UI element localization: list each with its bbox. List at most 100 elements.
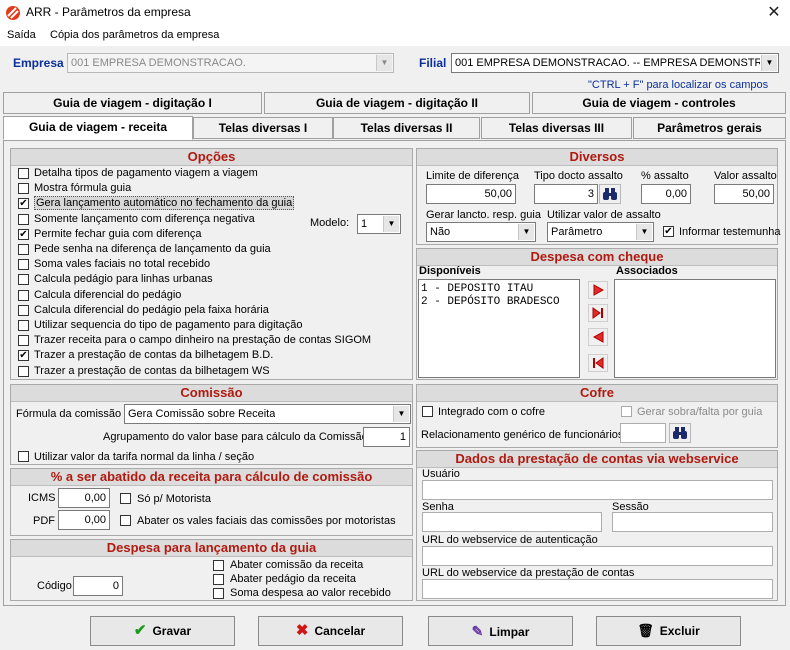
tab-controles[interactable]: Guia de viagem - controles — [532, 92, 786, 114]
limpar-label: Limpar — [489, 625, 530, 639]
associados-list[interactable] — [614, 279, 776, 378]
sessao-input[interactable] — [612, 512, 773, 532]
list-item[interactable]: 1 - DEPOSITO ITAU — [421, 283, 560, 296]
opcao-row[interactable]: Detalha tipos de pagamento viagem a viag… — [16, 166, 316, 181]
so-motorista-checkbox[interactable] — [120, 493, 131, 504]
close-icon[interactable]: ✕ — [760, 1, 788, 25]
tipo-docto-input[interactable]: 3 — [534, 184, 598, 204]
opcao-row[interactable]: Somente lançamento com diferença negativ… — [16, 212, 316, 227]
chevron-down-icon[interactable]: ▼ — [518, 224, 534, 240]
tab-receita[interactable]: Guia de viagem - receita — [3, 116, 193, 140]
move-left-icon[interactable] — [588, 328, 608, 346]
soma-despesa-checkbox[interactable] — [213, 588, 224, 599]
limite-label: Limite de diferença — [426, 170, 519, 182]
opcao-checkbox[interactable] — [18, 320, 29, 331]
tab-digitacao-1[interactable]: Guia de viagem - digitação I — [3, 92, 262, 114]
valor-assalto-input[interactable]: 50,00 — [714, 184, 774, 204]
abater-pedagio-checkbox[interactable] — [213, 574, 224, 585]
list-item[interactable]: 2 - DEPÓSITO BRADESCO — [421, 296, 560, 309]
utilizar-valor-combo[interactable]: Parâmetro ▼ — [547, 222, 654, 242]
informar-testemunha-label: Informar testemunha — [679, 226, 781, 238]
opcao-checkbox[interactable] — [18, 289, 29, 301]
usuario-label: Usuário — [422, 468, 460, 480]
binoculars-icon[interactable] — [669, 423, 691, 443]
disponiveis-list[interactable]: 1 - DEPOSITO ITAU 2 - DEPÓSITO BRADESCO — [418, 279, 580, 378]
opcao-checkbox[interactable] — [18, 259, 29, 271]
cofre-title: Cofre — [417, 385, 777, 402]
move-all-left-icon[interactable] — [588, 354, 608, 372]
integrado-cofre-checkbox[interactable] — [422, 406, 433, 417]
pct-assalto-input[interactable]: 0,00 — [641, 184, 691, 204]
abater-vales-checkbox[interactable] — [120, 515, 131, 526]
move-right-icon[interactable] — [588, 281, 608, 299]
modelo-combo[interactable]: 1 ▼ — [357, 214, 401, 234]
opcao-checkbox[interactable]: ✔ — [18, 228, 29, 240]
opcao-row[interactable]: Mostra fórmula guia — [16, 181, 316, 196]
opcao-row[interactable]: Trazer receita para o campo dinheiro na … — [16, 333, 371, 348]
tab-telas-1[interactable]: Telas diversas I — [193, 117, 333, 139]
opcao-row[interactable]: Utilizar sequencia do tipo de pagamento … — [16, 318, 316, 333]
tarifa-normal-checkbox[interactable] — [18, 451, 29, 462]
opcao-row[interactable]: Trazer a prestação de contas da bilhetag… — [16, 364, 316, 379]
chevron-down-icon[interactable]: ▼ — [761, 55, 777, 71]
chevron-down-icon[interactable]: ▼ — [636, 224, 652, 240]
chevron-down-icon[interactable]: ▼ — [376, 55, 392, 71]
menu-saida[interactable]: Saída — [7, 29, 36, 41]
usuario-input[interactable] — [422, 480, 773, 500]
relacionamento-label: Relacionamento genérico de funcionários — [421, 429, 624, 441]
opcao-checkbox[interactable] — [18, 335, 29, 347]
pdf-input[interactable]: 0,00 — [58, 510, 110, 530]
move-all-right-icon[interactable] — [588, 304, 608, 322]
limpar-button[interactable]: ✎ Limpar — [428, 616, 573, 646]
opcao-row[interactable]: Calcula diferencial do pedágio pela faix… — [16, 303, 316, 318]
opcao-checkbox[interactable] — [18, 274, 29, 286]
url-auth-input[interactable] — [422, 546, 773, 566]
gravar-label: Gravar — [152, 624, 192, 638]
opcao-row[interactable]: Calcula diferencial do pedágio — [16, 288, 316, 303]
cancelar-button[interactable]: ✖ Cancelar — [258, 616, 403, 646]
opcao-checkbox[interactable] — [18, 304, 29, 316]
opcao-row[interactable]: Pede senha na diferença de lançamento da… — [16, 242, 316, 257]
opcao-checkbox[interactable] — [18, 365, 29, 377]
tab-telas-2[interactable]: Telas diversas II — [333, 117, 480, 139]
opcao-row[interactable]: ✔ Permite fechar guia com diferença — [16, 227, 316, 242]
tab-digitacao-2[interactable]: Guia de viagem - digitação II — [264, 92, 530, 114]
opcao-checkbox[interactable] — [18, 213, 29, 225]
relacionamento-input[interactable] — [620, 423, 666, 443]
gerar-sobra-checkbox[interactable] — [621, 406, 632, 417]
chevron-down-icon[interactable]: ▼ — [393, 406, 409, 422]
opcao-label: Mostra fórmula guia — [34, 182, 132, 195]
informar-testemunha-checkbox[interactable]: ✔ — [663, 226, 674, 237]
codigo-label: Código — [37, 580, 72, 592]
empresa-combo[interactable]: 001 EMPRESA DEMONSTRACAO. ▼ — [67, 53, 394, 73]
tab-telas-3[interactable]: Telas diversas III — [481, 117, 632, 139]
tab-parametros-gerais[interactable]: Parâmetros gerais — [633, 117, 786, 139]
codigo-input[interactable]: 0 — [73, 576, 123, 596]
opcao-checkbox[interactable]: ✔ — [18, 198, 29, 210]
opcao-checkbox[interactable]: ✔ — [18, 350, 29, 362]
icms-label: ICMS — [28, 492, 56, 504]
excluir-button[interactable]: 🗑 Excluir — [596, 616, 741, 646]
opcao-checkbox[interactable] — [18, 168, 29, 179]
formula-combo[interactable]: Gera Comissão sobre Receita ▼ — [124, 404, 411, 424]
utilizar-valor-label: Utilizar valor de assalto — [547, 209, 661, 221]
limite-input[interactable]: 50,00 — [426, 184, 516, 204]
chevron-down-icon[interactable]: ▼ — [383, 216, 399, 232]
formula-label: Fórmula da comissão — [16, 408, 122, 420]
agrupamento-input[interactable]: 1 — [363, 427, 410, 447]
url-prestacao-input[interactable] — [422, 579, 773, 599]
binoculars-icon[interactable] — [599, 184, 621, 204]
abater-comissao-checkbox[interactable] — [213, 560, 224, 571]
senha-input[interactable] — [422, 512, 602, 532]
icms-input[interactable]: 0,00 — [58, 488, 110, 508]
gravar-button[interactable]: ✔ Gravar — [90, 616, 235, 646]
opcao-checkbox[interactable] — [18, 183, 29, 195]
opcao-row[interactable]: Calcula pedágio para linhas urbanas — [16, 272, 316, 287]
opcao-checkbox[interactable] — [18, 244, 29, 255]
filial-combo[interactable]: 001 EMPRESA DEMONSTRACAO. -- EMPRESA DEM… — [451, 53, 779, 73]
opcao-row[interactable]: ✔ Gera lançamento automático no fechament… — [16, 196, 316, 211]
opcao-row[interactable]: Soma vales faciais no total recebido — [16, 257, 316, 272]
gerar-lancto-combo[interactable]: Não ▼ — [426, 222, 536, 242]
opcao-row[interactable]: ✔ Trazer a prestação de contas da bilheta… — [16, 348, 316, 363]
menu-copia-parametros[interactable]: Cópia dos parâmetros da empresa — [50, 29, 219, 41]
